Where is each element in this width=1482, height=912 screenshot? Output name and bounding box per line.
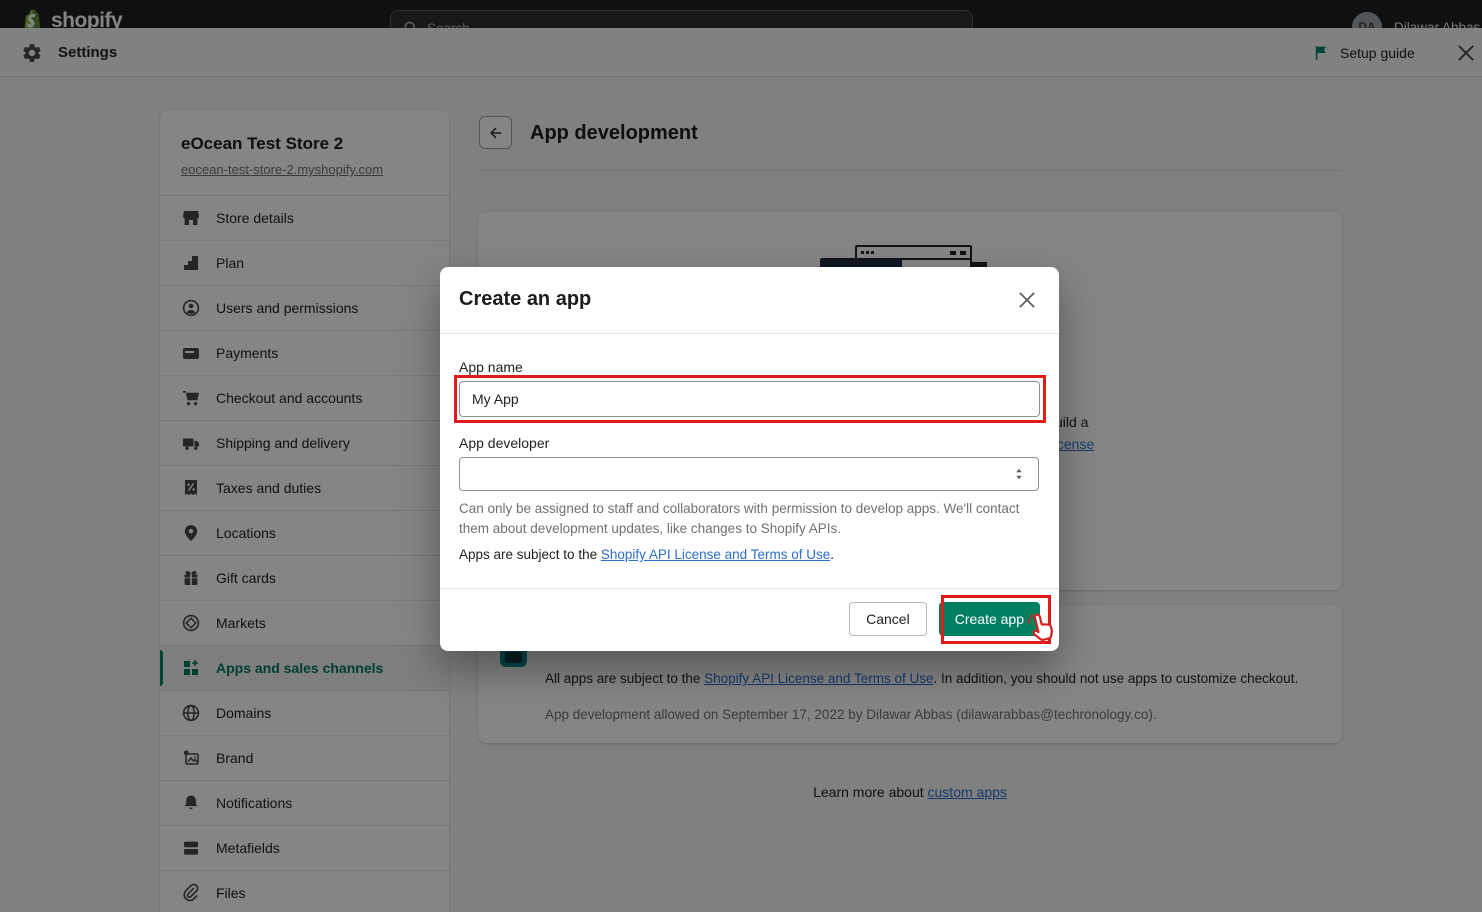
cancel-button[interactable]: Cancel (849, 602, 927, 636)
apps-subject-line: Apps are subject to the Shopify API Lice… (459, 547, 834, 562)
developer-helper-text: Can only be assigned to staff and collab… (459, 499, 1039, 539)
create-app-modal: Create an app App name App developer Can… (440, 267, 1059, 651)
modal-license-link[interactable]: Shopify API License and Terms of Use (601, 547, 830, 562)
app-developer-select[interactable] (459, 457, 1039, 491)
modal-footer-divider (440, 588, 1059, 589)
select-stepper-icon (1010, 465, 1028, 483)
modal-title: Create an app (459, 288, 591, 311)
modal-header-divider (440, 333, 1059, 334)
modal-close-icon[interactable] (1016, 289, 1038, 311)
app-name-input[interactable] (459, 381, 1040, 417)
app-name-label: App name (459, 359, 523, 375)
create-app-button[interactable]: Create app (939, 602, 1040, 636)
app-developer-label: App developer (459, 435, 549, 451)
